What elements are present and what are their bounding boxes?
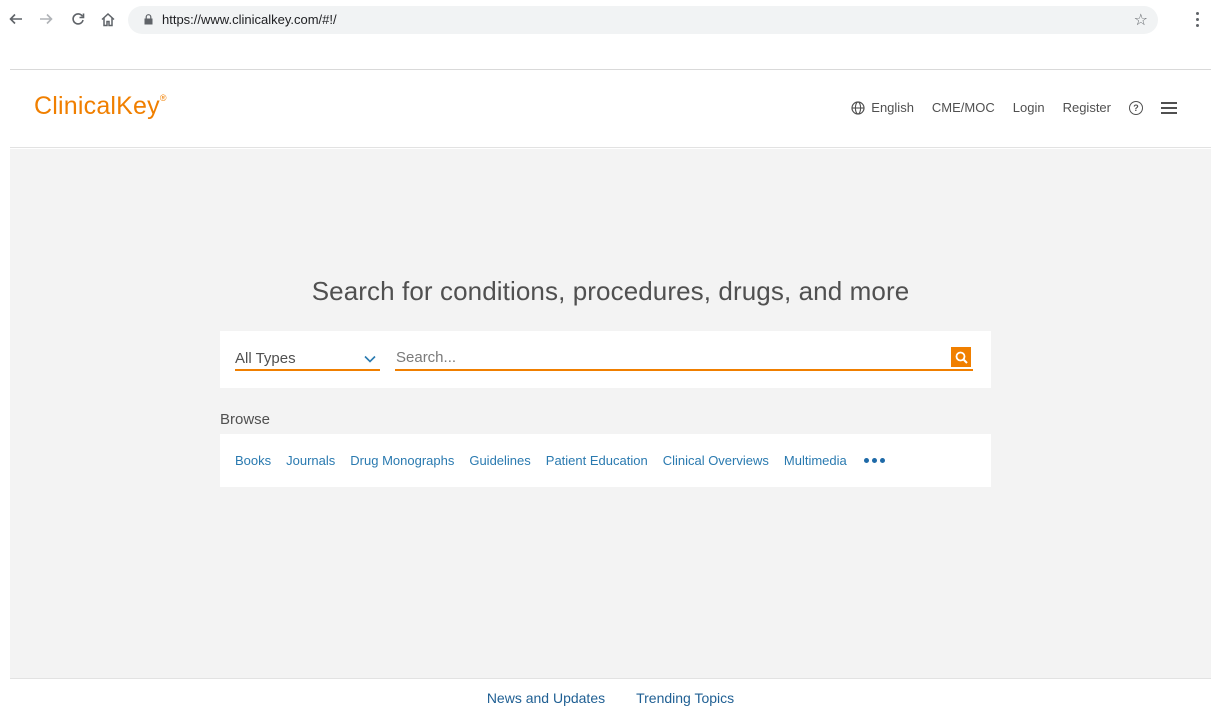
hamburger-icon [1161,101,1177,114]
menu-button[interactable] [1161,101,1177,114]
search-button[interactable] [951,347,971,367]
header-nav: English CME/MOC Login Register ? [833,100,1177,115]
kebab-menu-icon[interactable] [1196,12,1200,28]
browse-bar: Books Journals Drug Monographs Guideline… [220,434,991,487]
content-type-value: All Types [235,350,296,367]
search-input[interactable] [395,347,973,371]
help-button[interactable]: ? [1129,100,1143,115]
browse-heading: Browse [220,411,271,428]
lock-icon [144,14,153,25]
clinicalkey-logo[interactable]: ClinicalKey® [34,92,167,121]
browse-link-clinical-overviews[interactable]: Clinical Overviews [663,453,769,468]
login-link[interactable]: Login [1013,100,1045,115]
search-icon [955,351,968,364]
language-label: English [871,100,914,115]
reload-icon[interactable] [68,9,88,29]
browse-link-multimedia[interactable]: Multimedia [784,453,847,468]
browse-link-guidelines[interactable]: Guidelines [469,453,530,468]
back-arrow-icon[interactable] [6,9,26,29]
logo-mark: ® [159,92,167,103]
forward-arrow-icon[interactable] [36,9,56,29]
address-bar[interactable]: https://www.clinicalkey.com/#!/ ☆ [128,6,1158,34]
cme-moc-link[interactable]: CME/MOC [932,100,995,115]
news-and-updates-link[interactable]: News and Updates [487,690,605,706]
more-options-icon[interactable] [863,458,885,463]
content-type-select[interactable]: All Types [235,347,380,371]
browse-link-journals[interactable]: Journals [286,453,335,468]
browse-link-patient-education[interactable]: Patient Education [546,453,648,468]
main-content: Search for conditions, procedures, drugs… [10,149,1211,678]
trending-topics-link[interactable]: Trending Topics [636,690,734,706]
footer-links: News and Updates Trending Topics [10,690,1211,706]
chevron-down-icon [364,355,376,363]
language-selector[interactable]: English [851,100,914,115]
site-header: ClinicalKey® English CME/MOC Login Regis… [10,70,1211,148]
browse-link-drug-monographs[interactable]: Drug Monographs [350,453,454,468]
globe-icon [851,100,865,115]
footer: News and Updates Trending Topics [10,678,1211,714]
url-text: https://www.clinicalkey.com/#!/ [162,12,337,27]
browse-link-books[interactable]: Books [235,453,271,468]
register-link[interactable]: Register [1063,100,1111,115]
star-icon[interactable]: ☆ [1134,10,1148,29]
browser-toolbar: https://www.clinicalkey.com/#!/ ☆ [0,0,1211,40]
help-icon: ? [1129,100,1143,115]
page-title: Search for conditions, procedures, drugs… [311,276,910,306]
search-panel: All Types [220,331,991,388]
logo-text: ClinicalKey [34,92,160,120]
home-icon[interactable] [98,9,118,29]
